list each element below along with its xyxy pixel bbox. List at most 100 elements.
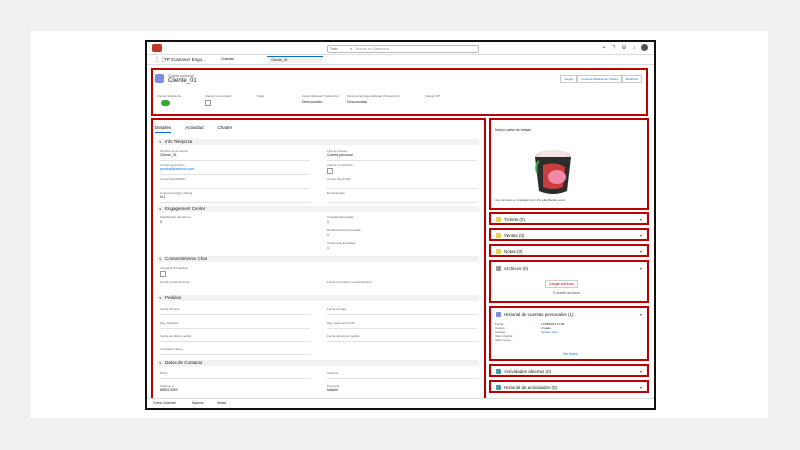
field-label: Fecha del primer pedido bbox=[327, 334, 360, 338]
activity-icon bbox=[496, 369, 501, 374]
field-value: 1 bbox=[327, 233, 329, 237]
card-title[interactable]: Archivos (0) bbox=[504, 266, 528, 271]
person-account-icon bbox=[155, 74, 164, 83]
field-label: Satisfacción del cliente bbox=[160, 215, 191, 219]
chevron-down-icon[interactable]: ▾ bbox=[640, 217, 642, 222]
bell-icon[interactable]: ♪ bbox=[631, 45, 637, 51]
field-label: Cliente Corporativo bbox=[327, 163, 353, 167]
tab-details[interactable]: Detalles bbox=[155, 125, 172, 133]
chevron-down-icon[interactable]: ▾ bbox=[640, 266, 642, 271]
field-label: Móvil bbox=[160, 371, 168, 375]
card-title[interactable]: Notas (0) bbox=[504, 249, 523, 254]
field-label: Fecha de último pedido bbox=[160, 334, 192, 338]
notes-icon bbox=[496, 249, 501, 254]
chevron-down-icon[interactable]: ▾ bbox=[640, 233, 642, 238]
chevron-down-icon[interactable]: ▾ bbox=[640, 369, 642, 374]
section-info[interactable]: Info Telepizza bbox=[157, 139, 479, 145]
upload-files-button[interactable]: Cargar archivos bbox=[545, 280, 578, 288]
activity-icon bbox=[496, 385, 501, 390]
history-icon bbox=[496, 312, 501, 317]
image-title: Nuevo sabor de helado bbox=[495, 128, 532, 132]
field-value: Madrid bbox=[327, 388, 338, 392]
hf-label-5: Cliente VIP bbox=[425, 94, 441, 98]
field-value: N-1 bbox=[160, 195, 166, 199]
chevron-down-icon[interactable]: ▾ bbox=[640, 312, 642, 317]
global-header: Todo ⌕ Buscar en Salesforce + ? ⚙ ♪ bbox=[147, 42, 654, 55]
omni-channel-item[interactable]: Omni-Channel bbox=[153, 401, 176, 405]
hf-label-2: Telép bbox=[257, 94, 265, 98]
field-label: Seg. Modelos bbox=[160, 321, 179, 325]
chevron-down-icon[interactable]: ▾ bbox=[640, 385, 642, 390]
tab-chatter[interactable]: Chatter bbox=[218, 125, 233, 133]
view-all-link[interactable]: Ver todos bbox=[563, 352, 578, 356]
consumer-checkbox[interactable] bbox=[205, 100, 211, 106]
ice-cream-photo bbox=[525, 143, 587, 197]
field-label: Fecha de bajo bbox=[327, 307, 347, 311]
macros-item[interactable]: Macros bbox=[192, 401, 203, 405]
record-tabs: Detalles Actividad Chatter bbox=[155, 125, 232, 133]
field-value: 1 bbox=[327, 246, 329, 250]
field-value: Cliente_01 bbox=[160, 153, 177, 157]
history-label: Valor nuevo bbox=[495, 338, 511, 342]
search-scope-select[interactable]: Todo bbox=[330, 47, 338, 51]
card-sales[interactable]: Ventas (0) ▾ bbox=[489, 228, 649, 241]
files-icon bbox=[496, 266, 501, 271]
privacy-checkbox[interactable] bbox=[160, 271, 166, 277]
card-title[interactable]: Tickets (0) bbox=[504, 217, 525, 222]
quick-ticket-button[interactable]: Creación Rápida de Tickets bbox=[577, 75, 622, 83]
header-actions: Seguir Creación Rápida de Tickets Modifi… bbox=[560, 75, 642, 83]
nav-bar: ⋮⋮ TP Customer Engo... Cuentas Cliente_0… bbox=[147, 55, 654, 65]
section-contact[interactable]: Datos de Contacto bbox=[157, 360, 479, 366]
field-label: Fecha revocación consentimiento bbox=[327, 280, 372, 284]
field-label: Fecha del Hito bbox=[160, 307, 180, 311]
follow-button[interactable]: Seguir bbox=[560, 75, 578, 83]
field-value: Cuenta personal bbox=[327, 153, 353, 157]
field-label: Seg. Segmento (OP) bbox=[327, 321, 355, 325]
tab-activity[interactable]: Actividad bbox=[185, 125, 203, 133]
card-files: Archivos (0) ▾ Cargar archivos O suelte … bbox=[489, 260, 649, 303]
section-orders[interactable]: Pedidos bbox=[157, 295, 479, 301]
global-search[interactable]: Todo ⌕ Buscar en Salesforce bbox=[327, 45, 479, 53]
chevron-down-icon[interactable]: ▾ bbox=[640, 249, 642, 254]
card-title[interactable]: Historial de actividades (0) bbox=[504, 385, 557, 390]
hf-label-1: Cliente Consumidor bbox=[205, 94, 232, 98]
utility-bar: Omni-Channel Macros Notes bbox=[147, 398, 654, 408]
field-label: Consultas Enviadas bbox=[327, 215, 354, 219]
card-title[interactable]: Actividades abiertas (0) bbox=[504, 369, 551, 374]
record-name: Cliente_01 bbox=[168, 78, 197, 84]
hf-label-0: Cliente Satisfecho bbox=[157, 94, 182, 98]
card-history: Historial de cuentas personales (1) ▾ Fe… bbox=[489, 306, 649, 361]
card-title[interactable]: Historial de cuentas personales (1) bbox=[504, 312, 574, 317]
field-label: Reclamaciones Enviadas bbox=[327, 228, 361, 232]
field-value: 1 bbox=[327, 220, 329, 224]
hf-label-4: Modo de Entrega Habitual (Traducción) bbox=[347, 94, 400, 98]
card-open-activities[interactable]: Actividades abiertas (0) ▾ bbox=[489, 364, 649, 377]
notes-item[interactable]: Notes bbox=[217, 401, 226, 405]
section-consent[interactable]: Consentimiento Chat bbox=[157, 256, 479, 262]
plus-icon[interactable]: + bbox=[601, 45, 607, 51]
search-input[interactable]: Buscar en Salesforce bbox=[356, 47, 389, 51]
object-selector[interactable]: Cuentas bbox=[219, 56, 268, 62]
edit-button[interactable]: Modificar bbox=[621, 75, 642, 83]
field-label: Acepta IF Privacidad bbox=[160, 266, 188, 270]
field-label: Campaign Name bbox=[160, 347, 183, 351]
card-title[interactable]: Ventas (0) bbox=[504, 233, 525, 238]
sales-icon bbox=[496, 233, 501, 238]
section-engagement[interactable]: Engagement Center bbox=[157, 206, 479, 212]
field-label: Teléfono bbox=[327, 371, 339, 375]
card-activity-history[interactable]: Historial de actividades (0) ▾ bbox=[489, 380, 649, 393]
card-tickets[interactable]: Tickets (0) ▾ bbox=[489, 212, 649, 225]
history-value[interactable]: System User bbox=[541, 330, 564, 334]
field-value: 0 bbox=[160, 220, 162, 224]
help-icon[interactable]: ? bbox=[611, 45, 617, 51]
card-notes[interactable]: Notas (0) ▾ bbox=[489, 244, 649, 257]
email-link[interactable]: prueba@dominio.com bbox=[160, 167, 194, 171]
record-tab[interactable]: Cliente_01 bbox=[267, 56, 323, 63]
brand-logo bbox=[152, 44, 162, 52]
field-label: Fecha consentimiento bbox=[160, 280, 190, 284]
settings-icon[interactable]: ⚙ bbox=[621, 45, 627, 51]
avatar[interactable] bbox=[641, 44, 648, 51]
corporate-checkbox[interactable] bbox=[327, 168, 333, 174]
hf-value-4: Desconocido bbox=[347, 100, 368, 104]
details-panel bbox=[151, 118, 486, 408]
